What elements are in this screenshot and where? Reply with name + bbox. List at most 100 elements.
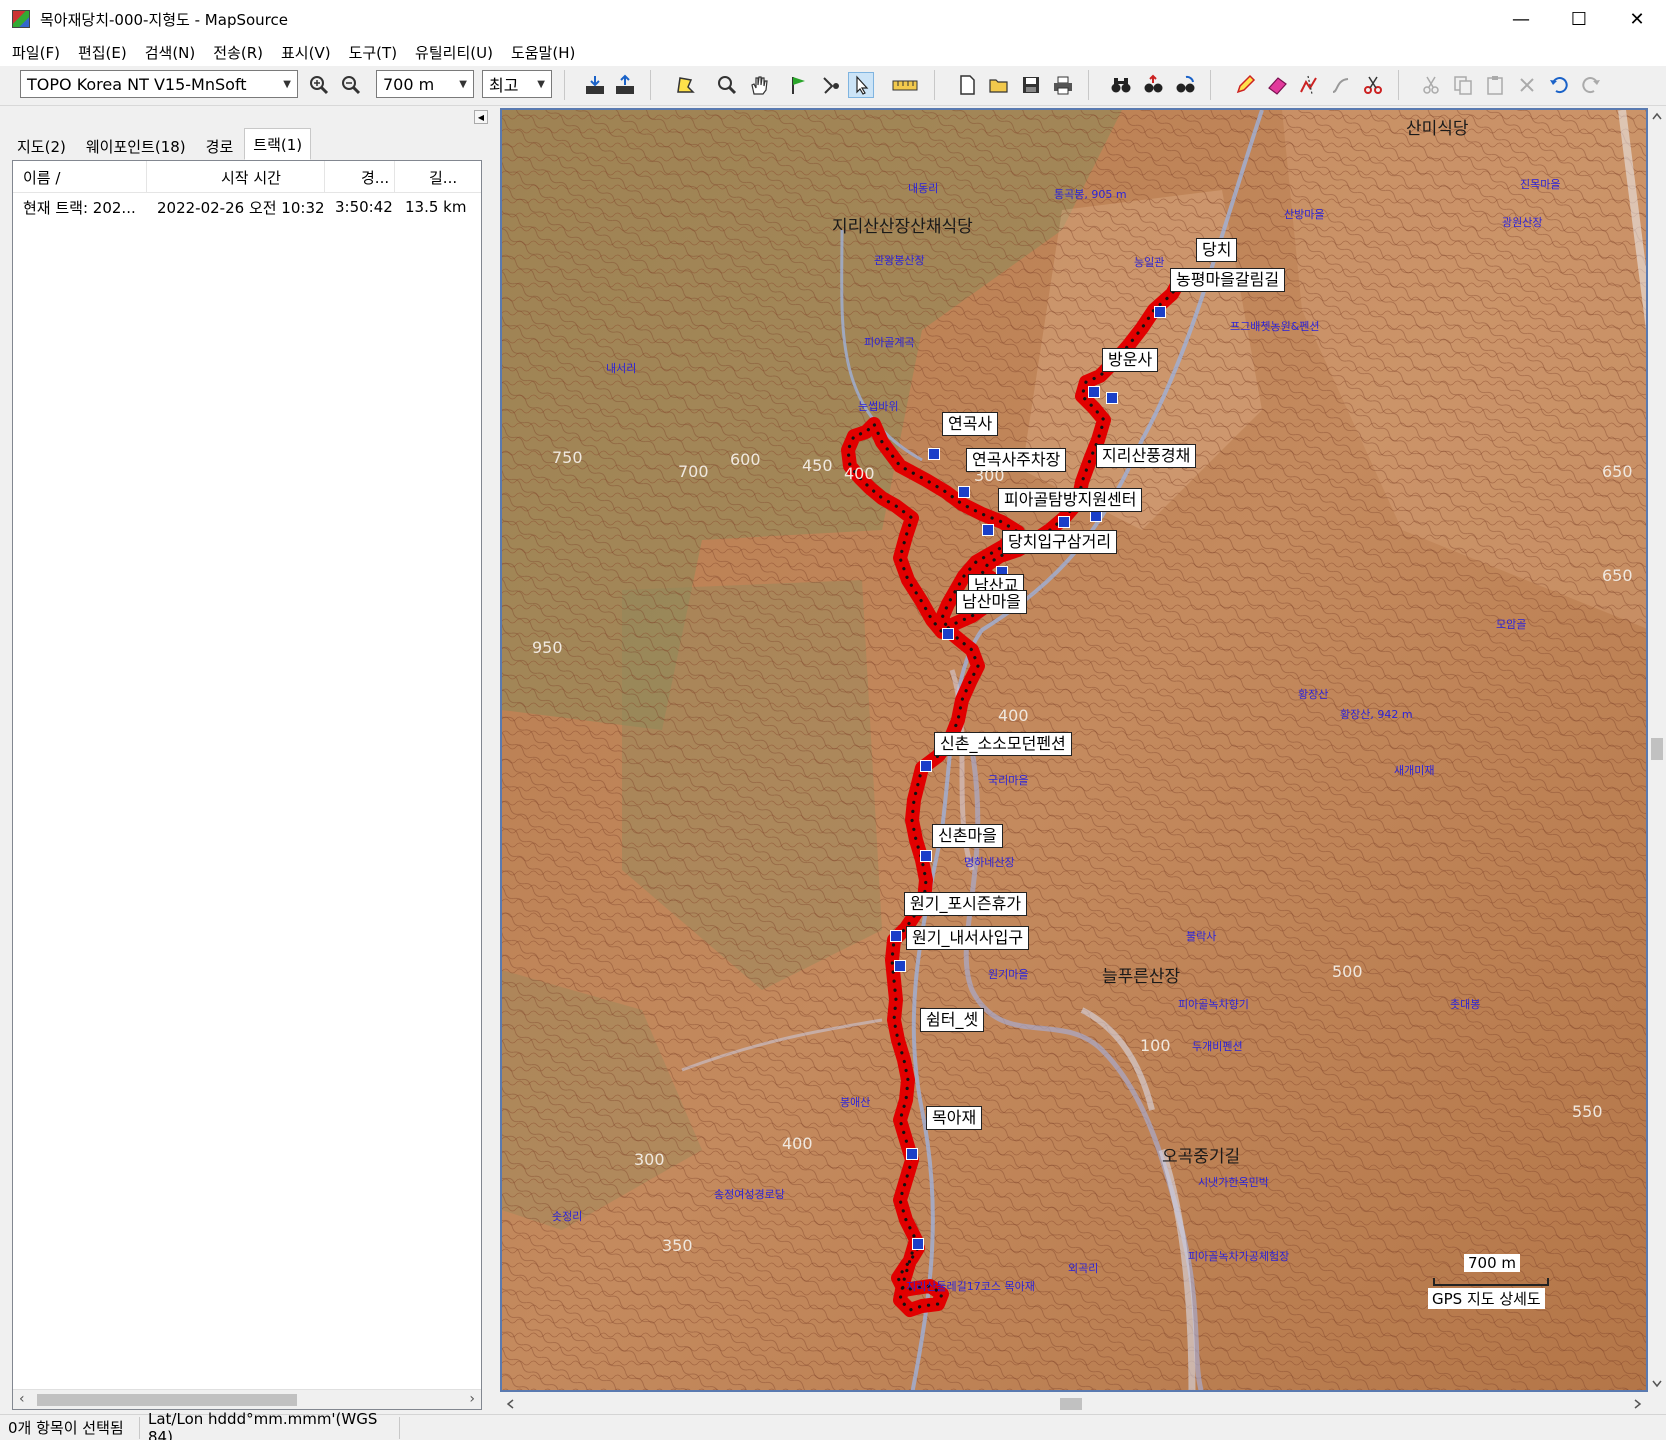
- list-horizontal-scrollbar[interactable]: ‹ ›: [13, 1389, 481, 1409]
- track-tool-button[interactable]: [1232, 72, 1258, 98]
- waypoint-hiker-icon[interactable]: [920, 850, 932, 862]
- panel-collapse-button[interactable]: ◀: [474, 110, 488, 124]
- waypoint-hiker-icon[interactable]: [1154, 306, 1166, 318]
- eraser-tool-button[interactable]: [1264, 72, 1290, 98]
- paste-icon: [1487, 76, 1503, 95]
- maximize-button[interactable]: ☐: [1550, 0, 1608, 38]
- waypoint-label[interactable]: 원기_내서사입구: [906, 926, 1030, 950]
- menu-help[interactable]: 도움말(H): [503, 42, 583, 63]
- zoom-scale-select[interactable]: 700 m ▼: [376, 70, 474, 98]
- map-product-select[interactable]: TOPO Korea NT V15-MnSoft ▼: [20, 70, 298, 98]
- scroll-right-icon[interactable]: ›: [469, 1391, 475, 1407]
- column-name[interactable]: 이름 /: [13, 161, 147, 193]
- flag-icon: [792, 77, 805, 94]
- minimize-button[interactable]: —: [1492, 0, 1550, 38]
- undo-button[interactable]: [1546, 72, 1572, 98]
- scroll-left-icon[interactable]: [506, 1399, 514, 1409]
- track-join-button[interactable]: [1328, 72, 1354, 98]
- waypoint-hiker-icon[interactable]: [1088, 386, 1100, 398]
- waypoint-hiker-icon[interactable]: [958, 486, 970, 498]
- print-button[interactable]: [1050, 72, 1076, 98]
- waypoint-hiker-icon[interactable]: [1058, 516, 1070, 528]
- menu-edit[interactable]: 편집(E): [70, 42, 135, 63]
- waypoint-label[interactable]: 농평마을갈림길: [1170, 268, 1286, 292]
- scroll-thumb[interactable]: [37, 1394, 297, 1406]
- waypoint-label[interactable]: 당치: [1196, 238, 1238, 262]
- zoom-in-button[interactable]: [306, 72, 332, 98]
- waypoint-label[interactable]: 신촌마을: [932, 824, 1003, 848]
- waypoint-hiker-icon[interactable]: [928, 448, 940, 460]
- scroll-down-icon[interactable]: [1652, 1380, 1662, 1388]
- column-elapsed[interactable]: 경...: [325, 161, 395, 193]
- column-length[interactable]: 길...: [395, 161, 481, 193]
- open-button[interactable]: [986, 72, 1012, 98]
- scroll-thumb[interactable]: [1060, 1398, 1082, 1410]
- tab-waypoints[interactable]: 웨이포인트(18): [77, 130, 195, 160]
- menu-search[interactable]: 검색(N): [137, 42, 204, 63]
- close-button[interactable]: ✕: [1608, 0, 1666, 38]
- waypoint-label[interactable]: 쉼터_셋: [920, 1008, 985, 1032]
- receive-from-device-button[interactable]: [582, 72, 608, 98]
- save-button[interactable]: [1018, 72, 1044, 98]
- waypoint-hiker-icon[interactable]: [920, 760, 932, 772]
- waypoint-tool-button[interactable]: [786, 72, 812, 98]
- redo-button[interactable]: [1578, 72, 1604, 98]
- map-horizontal-scrollbar[interactable]: [500, 1394, 1648, 1414]
- waypoint-label[interactable]: 방운사: [1102, 348, 1159, 372]
- delete-button[interactable]: [1514, 72, 1540, 98]
- find-nearest-button[interactable]: [1140, 72, 1166, 98]
- scroll-left-icon[interactable]: ‹: [19, 1391, 25, 1407]
- zoom-out-button[interactable]: [338, 72, 364, 98]
- menu-file[interactable]: 파일(F): [4, 42, 68, 63]
- menu-tools[interactable]: 도구(T): [341, 42, 405, 63]
- waypoint-label[interactable]: 지리산풍경채: [1096, 444, 1197, 468]
- waypoint-label[interactable]: 원기_포시즌휴가: [904, 892, 1028, 916]
- send-to-device-button[interactable]: [612, 72, 638, 98]
- track-row[interactable]: 현재 트랙: 202... 2022-02-26 오전 10:32... 3:5…: [13, 193, 481, 221]
- waypoint-hiker-icon[interactable]: [894, 960, 906, 972]
- select-tool-button[interactable]: [848, 72, 874, 98]
- poi-label: 원기마을: [988, 968, 1029, 981]
- column-start-time[interactable]: 시작 시간: [147, 161, 325, 193]
- new-button[interactable]: [954, 72, 980, 98]
- scroll-right-icon[interactable]: [1634, 1399, 1642, 1409]
- topo-map[interactable]: 당치 농평마을갈림길 방운사 연곡사 연곡사주차장 지리산풍경채 피아골탐방지원센터 당치입구…: [500, 108, 1648, 1392]
- waypoint-hiker-icon[interactable]: [912, 1238, 924, 1250]
- find-button[interactable]: [1108, 72, 1134, 98]
- tab-maps[interactable]: 지도(2): [8, 130, 75, 160]
- zoom-out-icon: [342, 76, 361, 95]
- mapsource-window: 목아재당치-000-지형도 - MapSource — ☐ ✕ 파일(F) 편집…: [0, 0, 1666, 1440]
- waypoint-label[interactable]: 남산마을: [956, 590, 1027, 614]
- waypoint-hiker-icon[interactable]: [1106, 392, 1118, 404]
- waypoint-hiker-icon[interactable]: [906, 1148, 918, 1160]
- copy-button[interactable]: [1450, 72, 1476, 98]
- map-vertical-scrollbar[interactable]: [1648, 108, 1666, 1392]
- waypoint-label[interactable]: 목아재: [926, 1106, 983, 1130]
- waypoint-hiker-icon[interactable]: [890, 930, 902, 942]
- tab-tracks[interactable]: 트랙(1): [244, 128, 312, 160]
- waypoint-hiker-icon[interactable]: [942, 628, 954, 640]
- waypoint-label[interactable]: 신촌_소소모던펜션: [934, 732, 1072, 756]
- menu-transfer[interactable]: 전송(R): [205, 42, 271, 63]
- track-divide-button[interactable]: [1296, 72, 1322, 98]
- tab-routes[interactable]: 경로: [197, 130, 243, 160]
- zoom-tool-button[interactable]: [714, 72, 740, 98]
- detail-level-select[interactable]: 최고 ▼: [482, 70, 552, 98]
- cut-button[interactable]: [1418, 72, 1444, 98]
- track-cut-button[interactable]: [1360, 72, 1386, 98]
- scroll-up-icon[interactable]: [1652, 112, 1662, 120]
- scroll-thumb[interactable]: [1651, 738, 1663, 760]
- route-tool-button[interactable]: [818, 72, 844, 98]
- menu-view[interactable]: 표시(V): [273, 42, 339, 63]
- waypoint-label[interactable]: 피아골탐방지원센터: [998, 488, 1143, 512]
- pan-tool-button[interactable]: [746, 72, 772, 98]
- map-tool-button[interactable]: [672, 72, 698, 98]
- waypoint-label[interactable]: 당치입구삼거리: [1002, 530, 1118, 554]
- paste-button[interactable]: [1482, 72, 1508, 98]
- menu-utilities[interactable]: 유틸리티(U): [407, 42, 501, 63]
- contour-elevation-label: 450: [802, 456, 833, 475]
- waypoint-hiker-icon[interactable]: [982, 524, 994, 536]
- find-recent-button[interactable]: [1172, 72, 1198, 98]
- measure-tool-button[interactable]: [890, 72, 920, 98]
- waypoint-label[interactable]: 연곡사: [942, 412, 999, 436]
